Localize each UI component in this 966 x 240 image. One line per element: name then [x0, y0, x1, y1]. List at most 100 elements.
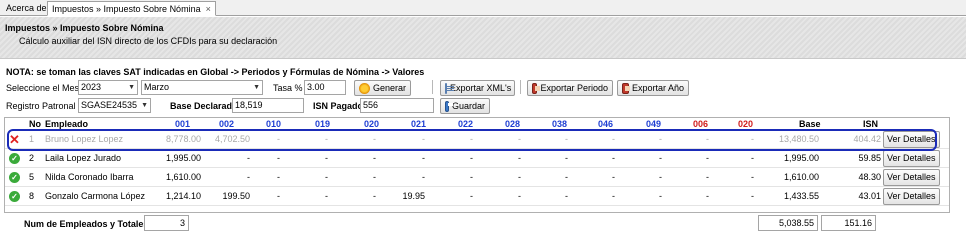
header-code: 019 — [315, 119, 331, 129]
code-value: - — [422, 134, 425, 144]
table-row[interactable]: ✓ 5 Nilda Coronado Ibarra 1,610.00 - - - - - - - - -… — [5, 168, 949, 187]
code-value: - — [277, 172, 280, 182]
year-value: 2023 — [81, 82, 102, 92]
totals-label: Num de Empleados y Totales — [24, 219, 149, 229]
code-value: - — [373, 153, 376, 163]
total-isn: 151.16 — [821, 215, 876, 231]
header-code: 002 — [219, 119, 235, 129]
code-value: - — [470, 191, 473, 201]
tab-impuesto-sobre-nomina[interactable]: Impuestos » Impuesto Sobre Nómina × — [47, 1, 216, 16]
divider — [520, 80, 521, 94]
code-value: - — [325, 191, 328, 201]
row-isn: 59.85 — [858, 153, 881, 163]
registro-label: Registro Patronal — [6, 101, 76, 111]
note-text: NOTA: se toman las claves SAT indicadas … — [6, 67, 425, 77]
code-value: - — [751, 134, 754, 144]
month-select[interactable]: Marzo ▼ — [141, 80, 263, 95]
isn-label: ISN Pagado — [313, 101, 364, 111]
close-icon[interactable]: × — [206, 4, 211, 14]
header-isn: ISN — [863, 119, 879, 129]
code-value: - — [612, 172, 615, 182]
row-no: 2 — [29, 153, 35, 163]
table-row[interactable]: ✓ 2 Laila Lopez Jurado 1,995.00 - - - - - - - - - - - -… — [5, 149, 949, 168]
export-periodo-button[interactable]: Exportar Periodo — [527, 80, 613, 96]
registro-value: SGASE24535 — [81, 100, 138, 110]
employee-name: Laila Lopez Jurado — [45, 153, 122, 163]
employee-grid: No Empleado 001 002 010 019 020 021 022 … — [4, 117, 950, 213]
code-value: - — [565, 172, 568, 182]
guardar-button[interactable]: Guardar — [440, 98, 490, 114]
error-icon: ✕ — [9, 132, 20, 147]
employee-name: Nilda Coronado Ibarra — [45, 172, 134, 182]
row-base: 1,610.00 — [783, 172, 819, 182]
export-periodo-label: Exportar Periodo — [540, 83, 608, 93]
code-value: - — [518, 191, 521, 201]
code-value: - — [565, 153, 568, 163]
header-code: 038 — [552, 119, 568, 129]
export-xml-button[interactable]: Exportar XML's — [440, 80, 515, 96]
save-icon — [445, 100, 453, 112]
code-value: - — [277, 191, 280, 201]
code-value: - — [470, 172, 473, 182]
table-row[interactable]: ✕ 1 Bruno Lopez Lopez 8,778.00 4,702.50 - - - - -… — [5, 130, 949, 149]
code-value: - — [325, 172, 328, 182]
code-value: - — [470, 134, 473, 144]
tab-label: Impuestos » Impuesto Sobre Nómina — [52, 4, 201, 14]
code-value: - — [325, 153, 328, 163]
code-value: - — [373, 172, 376, 182]
header-empleado: Empleado — [45, 119, 89, 129]
registro-select[interactable]: SGASE24535 ▼ — [78, 98, 151, 113]
guardar-label: Guardar — [451, 101, 485, 111]
ver-detalles-button[interactable]: Ver Detalles — [883, 188, 940, 205]
export-xml-label: Exportar XML's — [450, 83, 512, 93]
chevron-down-icon: ▼ — [128, 84, 135, 91]
check-icon: ✓ — [9, 172, 20, 183]
code-value: - — [470, 153, 473, 163]
code-value: - — [518, 134, 521, 144]
code-value: - — [706, 153, 709, 163]
employee-name: Bruno Lopez Lopez — [45, 134, 124, 144]
totals-footer: Num de Empleados y Totales 3 5,038.55 15… — [4, 213, 950, 235]
total-base: 5,038.55 — [758, 215, 818, 231]
ver-detalles-button[interactable]: Ver Detalles — [883, 169, 940, 186]
code-value: - — [659, 134, 662, 144]
code-value: - — [659, 191, 662, 201]
ver-detalles-button[interactable]: Ver Detalles — [883, 150, 940, 167]
header-code: 001 — [175, 119, 191, 129]
code-value: - — [706, 172, 709, 182]
ver-detalles-button[interactable]: Ver Detalles — [883, 131, 940, 148]
code-value: - — [325, 134, 328, 144]
code-value: - — [751, 153, 754, 163]
code-value: - — [247, 153, 250, 163]
code-value: - — [659, 153, 662, 163]
isn-input[interactable]: 556 — [360, 98, 434, 113]
table-row[interactable]: ✓ 8 Gonzalo Carmona López 1,214.10 199.50 - - -… — [5, 187, 949, 206]
code-value: 199.50 — [222, 191, 250, 201]
code-value: 1,610.00 — [165, 172, 201, 182]
year-select[interactable]: 2023 ▼ — [78, 80, 138, 95]
code-value: 8,778.00 — [165, 134, 201, 144]
tab-acerca-de[interactable]: Acerca de — [2, 1, 51, 16]
generar-label: Generar — [372, 83, 406, 93]
code-value: - — [247, 172, 250, 182]
row-isn: 48.30 — [858, 172, 881, 182]
check-icon: ✓ — [9, 153, 20, 164]
generar-button[interactable]: Generar — [354, 80, 411, 96]
row-no: 8 — [29, 191, 35, 201]
tab-bar: Acerca de Impuestos » Impuesto Sobre Nóm… — [0, 0, 966, 16]
row-isn: 404.42 — [853, 134, 881, 144]
base-input[interactable]: 18,519 — [232, 98, 304, 113]
base-label: Base Declarada — [170, 101, 238, 111]
page-subtitle: Cálculo auxiliar del ISN directo de los … — [19, 36, 278, 46]
report-icon — [532, 82, 541, 94]
code-value: - — [518, 153, 521, 163]
export-anio-label: Exportar Año — [631, 83, 684, 93]
tasa-input[interactable]: 3.00 — [304, 80, 346, 95]
header-code: 010 — [266, 119, 282, 129]
tasa-label: Tasa % — [273, 83, 303, 93]
code-value: - — [518, 172, 521, 182]
row-base: 13,480.50 — [778, 134, 819, 144]
code-value: - — [565, 134, 568, 144]
code-value: - — [612, 153, 615, 163]
export-anio-button[interactable]: Exportar Año — [617, 80, 689, 96]
